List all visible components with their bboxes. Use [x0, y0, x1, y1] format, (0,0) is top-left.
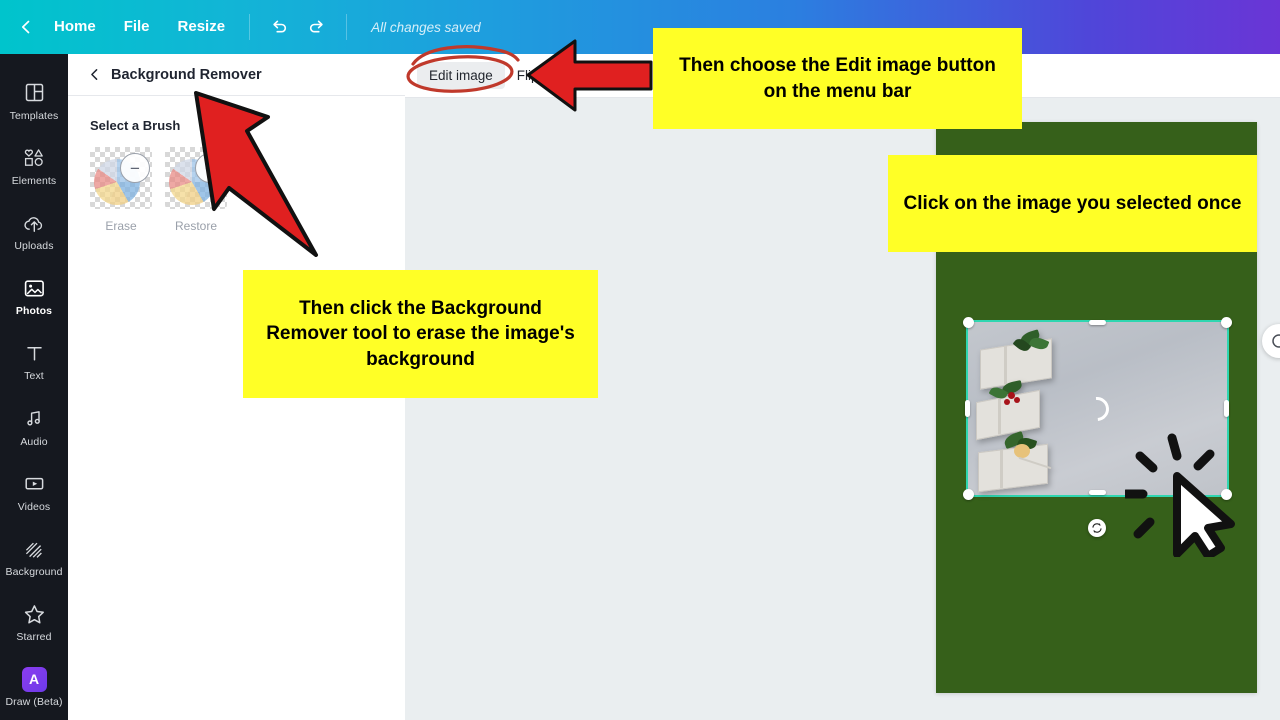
- restore-brush-icon: +: [165, 147, 227, 209]
- edit-image-button[interactable]: Edit image: [417, 62, 505, 89]
- panel-back-icon[interactable]: [88, 68, 101, 81]
- canva-editor-screen: Home File Resize All changes saved Templ…: [0, 0, 1280, 720]
- panel-header: Background Remover: [68, 54, 405, 96]
- selection-handle-top-left[interactable]: [963, 317, 974, 328]
- undo-icon[interactable]: [260, 0, 298, 54]
- sidebar-item-text[interactable]: Text: [0, 329, 68, 394]
- background-icon: [23, 536, 45, 562]
- click-cursor-icon: [1125, 433, 1235, 557]
- uploads-icon: [23, 210, 46, 236]
- audio-icon: [24, 406, 45, 432]
- sidebar-item-label: Uploads: [14, 240, 54, 252]
- animate-label: Ani: [582, 67, 603, 82]
- brush-label: Erase: [105, 219, 137, 233]
- sidebar-item-elements[interactable]: Elements: [0, 133, 68, 198]
- sidebar-item-label: Background: [5, 566, 63, 579]
- sidebar-item-draw[interactable]: A Draw (Beta): [0, 655, 68, 720]
- file-menu-button[interactable]: File: [110, 0, 164, 54]
- callout-edit-image: Then choose the Edit image button on the…: [653, 28, 1022, 129]
- text-icon: [24, 340, 45, 366]
- sidebar-item-label: Draw (Beta): [5, 696, 63, 709]
- home-button[interactable]: Home: [40, 0, 110, 54]
- sidebar-item-label: Videos: [17, 500, 51, 513]
- sidebar-item-label: Text: [24, 370, 44, 383]
- sidebar-item-videos[interactable]: Videos: [0, 459, 68, 524]
- gift-box-2: [968, 378, 1050, 441]
- sidebar-item-label: Photos: [15, 305, 53, 318]
- select-a-brush-label: Select a Brush: [90, 118, 181, 133]
- sidebar-item-label: Audio: [20, 435, 48, 448]
- rotate-icon[interactable]: [1088, 519, 1106, 537]
- star-icon: [23, 601, 46, 627]
- panel-title: Background Remover: [111, 66, 262, 83]
- selection-handle-bottom-left[interactable]: [963, 489, 974, 500]
- draw-icon: A: [21, 666, 47, 692]
- top-bar: Home File Resize All changes saved: [0, 0, 1280, 54]
- sidebar-item-background[interactable]: Background: [0, 524, 68, 589]
- selection-handle-middle-left[interactable]: [965, 400, 970, 417]
- circle-icon: [563, 67, 577, 84]
- save-status-text: All changes saved: [371, 19, 481, 35]
- brush-restore[interactable]: + Restore: [165, 147, 227, 233]
- left-sidebar: Templates Elements Uploads Photos Text A…: [0, 54, 68, 720]
- videos-icon: [23, 471, 46, 497]
- resize-button[interactable]: Resize: [164, 0, 240, 54]
- flower: [1014, 444, 1030, 458]
- restore-badge: +: [195, 153, 225, 183]
- brush-list: − Erase + Restore: [90, 147, 383, 233]
- flip-button[interactable]: Flip: [505, 62, 551, 89]
- sidebar-item-audio[interactable]: Audio: [0, 394, 68, 459]
- selection-handle-top-center[interactable]: [1089, 320, 1106, 325]
- brush-erase[interactable]: − Erase: [90, 147, 152, 233]
- sidebar-item-photos[interactable]: Photos: [0, 264, 68, 329]
- callout-background-remover: Then click the Background Remover tool t…: [243, 270, 598, 398]
- gift-box-3: [972, 430, 1064, 494]
- selection-handle-middle-right[interactable]: [1224, 400, 1229, 417]
- sidebar-item-templates[interactable]: Templates: [0, 68, 68, 133]
- erase-badge: −: [120, 153, 150, 183]
- sidebar-item-label: Templates: [9, 109, 59, 122]
- sidebar-item-starred[interactable]: Starred: [0, 590, 68, 655]
- brush-label: Restore: [174, 219, 218, 233]
- back-icon[interactable]: [16, 17, 36, 37]
- draw-badge-letter: A: [21, 666, 47, 692]
- toolbar-divider: [249, 14, 251, 40]
- callout-click-image: Click on the image you selected once: [888, 155, 1257, 252]
- selection-handle-bottom-center[interactable]: [1089, 490, 1106, 495]
- berry: [1004, 399, 1010, 405]
- templates-icon: [24, 80, 45, 106]
- selection-handle-top-right[interactable]: [1221, 317, 1232, 328]
- animate-button[interactable]: Ani: [551, 61, 615, 90]
- sidebar-item-label: Starred: [16, 631, 52, 644]
- erase-brush-icon: −: [90, 147, 152, 209]
- elements-icon: [23, 145, 46, 171]
- panel-body: Select a Brush − Erase + Restore: [68, 96, 405, 233]
- sidebar-item-label: Elements: [11, 174, 57, 187]
- photos-icon: [23, 275, 46, 301]
- berry: [1014, 397, 1020, 403]
- toolbar-divider-2: [346, 14, 348, 40]
- redo-icon[interactable]: [298, 0, 336, 54]
- sidebar-item-uploads[interactable]: Uploads: [0, 198, 68, 263]
